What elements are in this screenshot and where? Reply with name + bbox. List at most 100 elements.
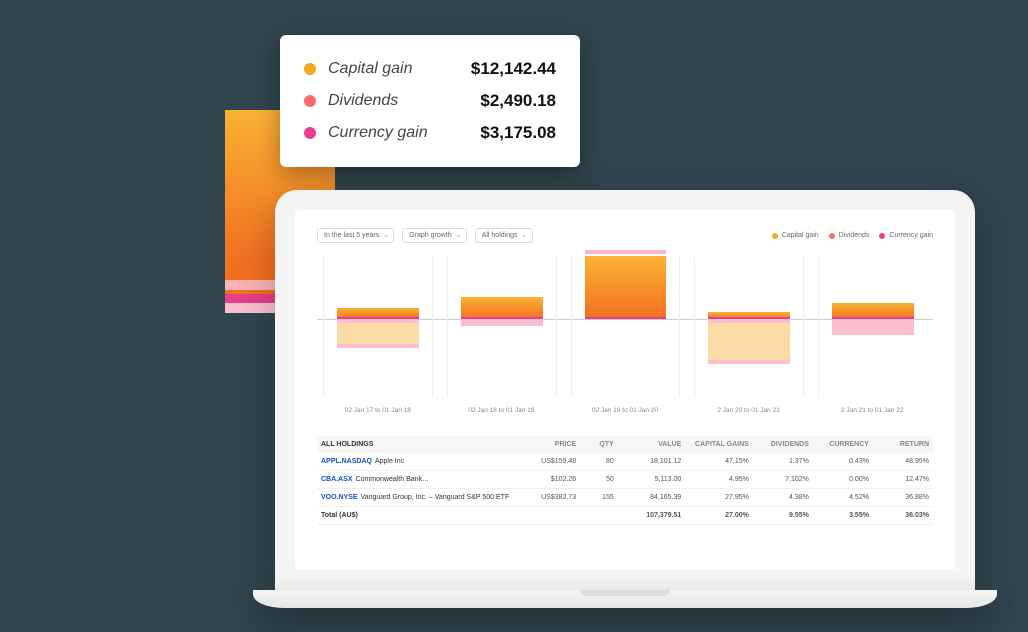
cell-currency: 4.52% bbox=[809, 494, 869, 501]
dividends-dot-icon bbox=[304, 95, 316, 107]
tooltip-label: Currency gain bbox=[328, 124, 480, 142]
cell-capital-gains: 47.15% bbox=[681, 458, 749, 465]
legend-label: Dividends bbox=[839, 232, 870, 239]
cell-dividends: 1.37% bbox=[749, 458, 809, 465]
col-header-name: ALL HOLDINGS bbox=[321, 441, 516, 448]
cell-value: 5,113.00 bbox=[614, 476, 682, 483]
chart-bar-group bbox=[571, 257, 681, 397]
tooltip-label: Dividends bbox=[328, 92, 480, 110]
total-value: 107,379.51 bbox=[614, 512, 682, 519]
chart-bar-group bbox=[323, 257, 433, 397]
chart-bar-group bbox=[447, 257, 557, 397]
currency-gain-dot-icon bbox=[304, 127, 316, 139]
col-header-dividends: DIVIDENDS bbox=[749, 441, 809, 448]
chart-legend: Capital gain Dividends Currency gain bbox=[772, 232, 933, 239]
cell-value: 84,165.39 bbox=[614, 494, 682, 501]
holding-symbol-link[interactable]: APPL.NASDAQ bbox=[321, 458, 372, 465]
chart-x-label: 2 Jan 21 to 01 Jan 22 bbox=[817, 407, 927, 414]
bar-segment-dividends bbox=[461, 319, 543, 326]
cell-name: VOO.NYSEVanguard Group, Inc. – Vanguard … bbox=[321, 494, 516, 501]
cell-return: 48.95% bbox=[869, 458, 929, 465]
laptop-notch bbox=[580, 590, 670, 596]
cell-value: 18,101.12 bbox=[614, 458, 682, 465]
col-header-capital-gains: CAPITAL GAINS bbox=[681, 441, 749, 448]
bar-segment-dividends bbox=[585, 250, 667, 255]
bar-segment-dividends bbox=[832, 319, 914, 335]
holding-name: Commonwealth Bank… bbox=[356, 476, 430, 483]
tooltip-row-currency-gain: Currency gain $3,175.08 bbox=[304, 117, 556, 149]
holding-symbol-link[interactable]: VOO.NYSE bbox=[321, 494, 358, 501]
chart-bar-group bbox=[694, 257, 804, 397]
col-header-qty: QTY bbox=[576, 441, 614, 448]
total-dividends: 9.55% bbox=[749, 512, 809, 519]
date-range-select[interactable]: In the last 5 years bbox=[317, 228, 394, 243]
col-header-return: RETURN bbox=[869, 441, 929, 448]
tooltip-value: $2,490.18 bbox=[480, 91, 556, 111]
cell-qty: 80 bbox=[576, 458, 614, 465]
total-return: 36.03% bbox=[869, 512, 929, 519]
plot-type-select[interactable]: Graph growth bbox=[402, 228, 466, 243]
laptop-mockup: In the last 5 years Graph growth All hol… bbox=[275, 190, 975, 608]
bar-segment-capital-loss bbox=[708, 323, 790, 360]
chart-x-label: 02 Jan 17 to 01 Jan 18 bbox=[323, 407, 433, 414]
filter-bar: In the last 5 years Graph growth All hol… bbox=[317, 228, 933, 243]
cell-price: US$382.73 bbox=[516, 494, 576, 501]
col-header-currency: CURRENCY bbox=[809, 441, 869, 448]
chart-x-label: 02 Jan 18 to 01 Jan 19 bbox=[447, 407, 557, 414]
legend-label: Currency gain bbox=[889, 232, 933, 239]
cell-price: $102.26 bbox=[516, 476, 576, 483]
cell-return: 12.47% bbox=[869, 476, 929, 483]
cell-qty: 50 bbox=[576, 476, 614, 483]
table-row[interactable]: APPL.NASDAQApple IncUS$159.488018,101.12… bbox=[317, 453, 933, 471]
laptop-screen: In the last 5 years Graph growth All hol… bbox=[275, 190, 975, 590]
legend-item-currency-gain: Currency gain bbox=[879, 232, 933, 239]
chart-x-labels: 02 Jan 17 to 01 Jan 18 02 Jan 18 to 01 Ja… bbox=[317, 407, 933, 414]
total-capital-gain: 27.00% bbox=[681, 512, 749, 519]
select-value: In the last 5 years bbox=[324, 232, 379, 239]
tooltip-label: Capital gain bbox=[328, 60, 471, 78]
cell-price: US$159.48 bbox=[516, 458, 576, 465]
cell-qty: 155 bbox=[576, 494, 614, 501]
bar-segment-capital-loss bbox=[337, 323, 419, 344]
col-header-price: PRICE bbox=[516, 441, 576, 448]
cell-currency: 0.00% bbox=[809, 476, 869, 483]
bar-segment-capital-gain bbox=[461, 297, 543, 320]
table-row[interactable]: CBA.ASXCommonwealth Bank…$102.26505,113.… bbox=[317, 471, 933, 489]
holdings-table: ALL HOLDINGS PRICE QTY VALUE CAPITAL GAI… bbox=[317, 436, 933, 525]
laptop-base bbox=[253, 590, 997, 608]
cell-return: 36.88% bbox=[869, 494, 929, 501]
cell-name: APPL.NASDAQApple Inc bbox=[321, 458, 516, 465]
total-label: Total (AU$) bbox=[321, 512, 516, 519]
chart-bar-group bbox=[818, 257, 927, 397]
col-header-value: VALUE bbox=[614, 441, 682, 448]
legend-item-capital-gain: Capital gain bbox=[772, 232, 819, 239]
cell-dividends: 7.102% bbox=[749, 476, 809, 483]
bar-segment-currency-gain bbox=[585, 317, 667, 319]
select-value: Graph growth bbox=[409, 232, 451, 239]
cell-name: CBA.ASXCommonwealth Bank… bbox=[321, 476, 516, 483]
total-currency: 3.55% bbox=[809, 512, 869, 519]
tooltip-row-dividends: Dividends $2,490.18 bbox=[304, 85, 556, 117]
holding-name: Vanguard Group, Inc. – Vanguard S&P 500 … bbox=[361, 494, 510, 501]
dashboard-app: In the last 5 years Graph growth All hol… bbox=[295, 210, 955, 570]
cell-currency: 0.43% bbox=[809, 458, 869, 465]
tooltip-value: $3,175.08 bbox=[480, 123, 556, 143]
cell-capital-gains: 27.95% bbox=[681, 494, 749, 501]
chart-x-label: 2 Jan 20 to 01 Jan 21 bbox=[694, 407, 804, 414]
capital-gain-dot-icon bbox=[772, 233, 778, 239]
tooltip-row-capital-gain: Capital gain $12,142.44 bbox=[304, 53, 556, 85]
capital-gain-dot-icon bbox=[304, 63, 316, 75]
tooltip-value: $12,142.44 bbox=[471, 59, 556, 79]
bar-segment-capital-gain bbox=[585, 256, 667, 319]
dividends-dot-icon bbox=[829, 233, 835, 239]
holding-symbol-link[interactable]: CBA.ASX bbox=[321, 476, 353, 483]
select-value: All holdings bbox=[482, 232, 518, 239]
currency-gain-dot-icon bbox=[879, 233, 885, 239]
legend-item-dividends: Dividends bbox=[829, 232, 870, 239]
grouping-select[interactable]: All holdings bbox=[475, 228, 533, 243]
table-row[interactable]: VOO.NYSEVanguard Group, Inc. – Vanguard … bbox=[317, 489, 933, 507]
cell-capital-gains: 4.95% bbox=[681, 476, 749, 483]
table-total-row: Total (AU$) 107,379.51 27.00% 9.55% 3.55… bbox=[317, 507, 933, 525]
growth-bar-chart bbox=[317, 257, 933, 397]
cell-dividends: 4.38% bbox=[749, 494, 809, 501]
